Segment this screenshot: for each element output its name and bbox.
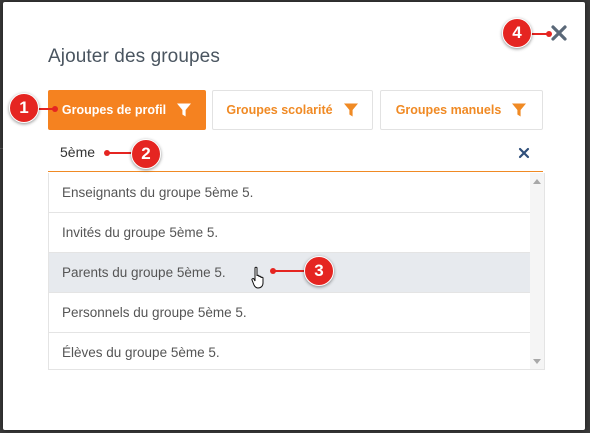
annotation-badge-3: 3: [304, 256, 334, 286]
annotation-badge-1: 1: [9, 93, 39, 123]
tab-label: Groupes manuels: [395, 103, 502, 117]
annotation-dot: [52, 106, 58, 112]
annotation-dot: [104, 150, 110, 156]
annotation-badge-2: 2: [131, 139, 161, 169]
filter-icon: [343, 103, 358, 117]
annotation-dot: [270, 268, 276, 274]
scroll-down-arrow-icon[interactable]: [533, 359, 541, 364]
close-icon: [551, 25, 567, 41]
dialog-title: Ajouter des groupes: [48, 46, 220, 67]
tab-label: Groupes scolarité: [226, 103, 333, 117]
add-groups-dialog: Ajouter des groupes Groupes de profil Gr…: [3, 2, 585, 430]
tab-groupes-scolarite[interactable]: Groupes scolarité: [212, 90, 373, 130]
list-item[interactable]: Parents du groupe 5ème 5.: [49, 253, 531, 293]
annotation-badge-4: 4: [502, 18, 532, 48]
tab-groupes-de-profil[interactable]: Groupes de profil: [48, 90, 206, 130]
list-scrollbar[interactable]: [530, 173, 544, 369]
tab-groupes-manuels[interactable]: Groupes manuels: [380, 90, 543, 130]
filter-icon: [177, 103, 192, 117]
scroll-up-arrow-icon[interactable]: [533, 179, 541, 184]
annotation-connector: [272, 270, 306, 272]
filter-icon: [512, 103, 527, 117]
tab-label: Groupes de profil: [61, 103, 167, 117]
list-item[interactable]: Élèves du groupe 5ème 5.: [49, 333, 531, 369]
list-item[interactable]: Invités du groupe 5ème 5.: [49, 213, 531, 253]
list-item[interactable]: Enseignants du groupe 5ème 5.: [49, 173, 531, 213]
clear-search-icon[interactable]: [517, 146, 531, 160]
search-value: 5ème: [60, 144, 96, 160]
annotation-dot: [546, 31, 552, 37]
list-item[interactable]: Personnels du groupe 5ème 5.: [49, 293, 531, 333]
hand-pointer-icon: [251, 266, 264, 289]
close-button[interactable]: [549, 23, 569, 43]
